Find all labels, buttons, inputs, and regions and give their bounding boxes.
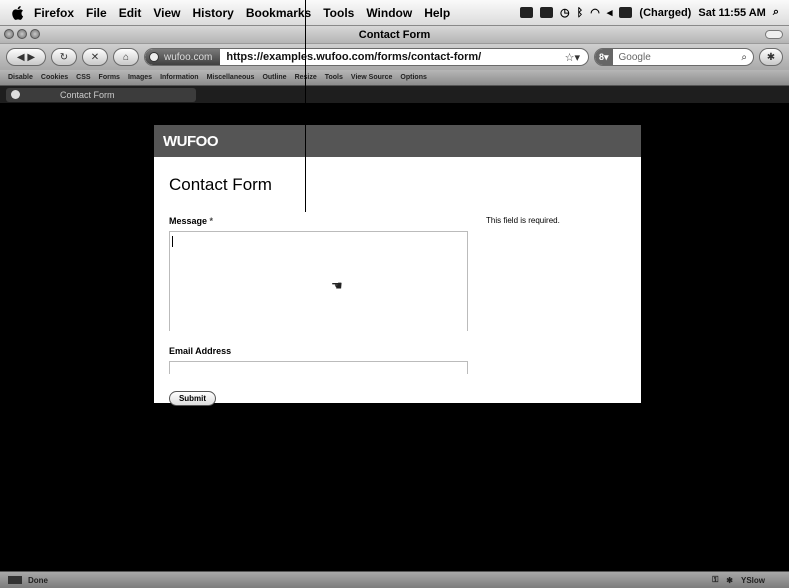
yslow-button[interactable]: YSlow xyxy=(741,576,765,585)
status-extras: ⚿ ✱ YSlow xyxy=(712,575,789,585)
form-header: WUFOO xyxy=(154,125,641,157)
wufoo-logo: WUFOO xyxy=(163,133,219,150)
minimize-window-button[interactable] xyxy=(17,29,27,39)
text-caret xyxy=(172,236,173,247)
search-engine-icon[interactable]: 8▾ xyxy=(595,49,613,65)
menu-edit[interactable]: Edit xyxy=(119,6,142,20)
window-controls xyxy=(4,29,40,39)
required-asterisk: * xyxy=(209,216,214,226)
search-input[interactable]: Google xyxy=(613,52,742,63)
site-identity-icon xyxy=(149,52,159,62)
devbar-css[interactable]: CSS xyxy=(76,74,90,81)
devbar-options[interactable]: Options xyxy=(400,74,426,81)
tab-contact-form[interactable]: Contact Form xyxy=(6,87,196,102)
submit-button[interactable]: Submit xyxy=(169,391,216,406)
window-titlebar: Contact Form xyxy=(0,26,789,44)
hand-cursor-icon: ☚ xyxy=(331,278,343,293)
menu-bookmarks[interactable]: Bookmarks xyxy=(246,6,311,20)
web-developer-toolbar: Disable Cookies CSS Forms Images Informa… xyxy=(0,70,789,86)
search-icon[interactable]: ⌕ xyxy=(741,52,753,63)
stop-button[interactable]: ✕ xyxy=(82,48,108,66)
home-icon: ⌂ xyxy=(122,51,130,63)
battery-icon[interactable] xyxy=(619,7,633,18)
stop-icon: ✕ xyxy=(90,51,100,63)
menu-extras: ◷ ᛒ ◠ ◂ (Charged) Sat 11:55 AM ⌕ xyxy=(520,6,789,19)
menu-help[interactable]: Help xyxy=(424,6,450,20)
status-panel-icon[interactable] xyxy=(8,576,22,584)
reload-icon: ↻ xyxy=(59,51,69,63)
devbar-view-source[interactable]: View Source xyxy=(351,74,393,81)
close-window-button[interactable] xyxy=(4,29,14,39)
navigation-toolbar: ◀ ▶ ↻ ✕ ⌂ wufoo.com https://examples.wuf… xyxy=(0,44,789,70)
tab-strip: Contact Form xyxy=(0,86,789,103)
message-textarea[interactable]: ☚ xyxy=(169,231,468,331)
message-label: Message * xyxy=(169,216,213,226)
addon-button[interactable]: ✱ xyxy=(759,48,783,66)
devbar-forms[interactable]: Forms xyxy=(99,74,120,81)
callout-line xyxy=(305,0,306,212)
forward-arrow-icon[interactable]: ▶ xyxy=(27,52,35,63)
email-field[interactable] xyxy=(169,361,468,374)
status-text: Done xyxy=(28,575,48,585)
tray-display-icon[interactable] xyxy=(540,7,554,18)
menu-view[interactable]: View xyxy=(153,6,180,20)
spotlight-icon[interactable]: ⌕ xyxy=(773,6,779,19)
tray-app-icon[interactable] xyxy=(520,7,534,18)
menu-tools[interactable]: Tools xyxy=(323,6,354,20)
bluetooth-icon[interactable]: ᛒ xyxy=(577,7,584,19)
zoom-window-button[interactable] xyxy=(30,29,40,39)
message-label-text: Message xyxy=(169,216,208,226)
time-machine-icon[interactable]: ◷ xyxy=(560,6,570,19)
toolbar-toggle-button[interactable] xyxy=(765,30,783,39)
wifi-icon[interactable]: ◠ xyxy=(590,6,600,19)
message-error: This field is required. xyxy=(486,216,560,225)
page-viewport: WUFOO Contact Form Message * ☚ This fiel… xyxy=(0,103,789,545)
devbar-images[interactable]: Images xyxy=(128,74,152,81)
site-identity-button[interactable]: wufoo.com xyxy=(145,49,221,65)
url-text[interactable]: https://examples.wufoo.com/forms/contact… xyxy=(220,51,564,63)
menu-window[interactable]: Window xyxy=(366,6,412,20)
status-bar: Done ⚿ ✱ YSlow xyxy=(0,571,789,588)
search-bar[interactable]: 8▾ Google ⌕ xyxy=(594,48,754,66)
bookmark-star-icon[interactable]: ☆▾ xyxy=(565,51,588,64)
lock-icon: ⚿ xyxy=(712,575,719,584)
clock[interactable]: Sat 11:55 AM xyxy=(698,7,765,19)
reload-button[interactable]: ↻ xyxy=(51,48,77,66)
mac-menu-bar: Firefox File Edit View History Bookmarks… xyxy=(0,0,789,26)
menu-file[interactable]: File xyxy=(86,6,107,20)
volume-icon[interactable]: ◂ xyxy=(607,6,613,19)
apple-icon[interactable] xyxy=(10,5,26,20)
tab-favicon-icon xyxy=(11,90,20,99)
devbar-cookies[interactable]: Cookies xyxy=(41,74,68,81)
devbar-outline[interactable]: Outline xyxy=(262,74,286,81)
devbar-miscellaneous[interactable]: Miscellaneous xyxy=(207,74,255,81)
firebug-icon[interactable]: ✱ xyxy=(726,576,733,585)
back-forward-button[interactable]: ◀ ▶ xyxy=(6,48,46,66)
contact-form-card: WUFOO Contact Form Message * ☚ This fiel… xyxy=(154,125,641,406)
bug-icon: ✱ xyxy=(766,51,776,63)
menu-firefox[interactable]: Firefox xyxy=(34,6,74,20)
home-button[interactable]: ⌂ xyxy=(113,48,139,66)
devbar-disable[interactable]: Disable xyxy=(8,74,33,81)
site-identity-label: wufoo.com xyxy=(164,51,213,63)
form-title: Contact Form xyxy=(169,175,272,194)
battery-status: (Charged) xyxy=(639,6,692,19)
devbar-tools[interactable]: Tools xyxy=(325,74,343,81)
menu-history[interactable]: History xyxy=(193,6,234,20)
email-label: Email Address xyxy=(169,346,232,356)
devbar-information[interactable]: Information xyxy=(160,74,199,81)
back-arrow-icon[interactable]: ◀ xyxy=(17,52,25,63)
url-bar[interactable]: wufoo.com https://examples.wufoo.com/for… xyxy=(144,48,589,66)
tab-label: Contact Form xyxy=(60,89,115,100)
window-title: Contact Form xyxy=(358,29,431,41)
